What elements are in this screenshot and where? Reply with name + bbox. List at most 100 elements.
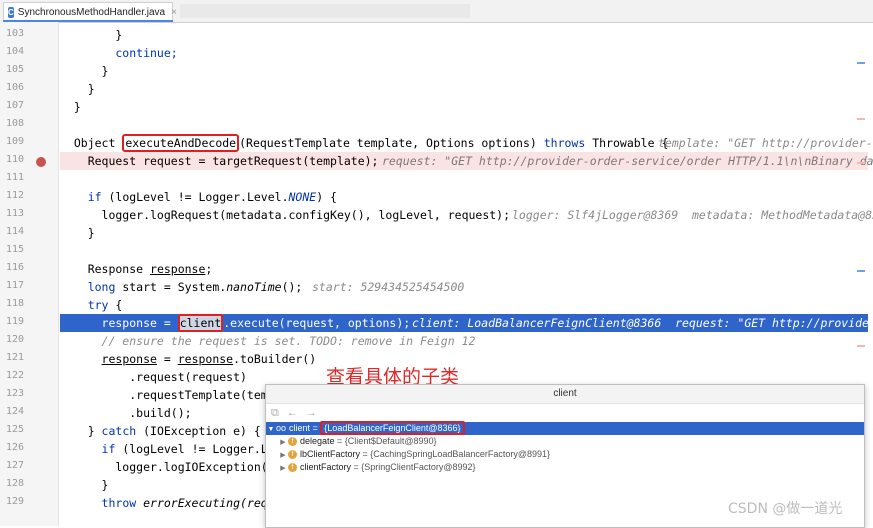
code-text: } (60, 64, 109, 78)
line-number: 103 (6, 28, 25, 39)
line-number: 106 (6, 82, 25, 93)
code-line-119-current[interactable]: response = client .execute(request, optio… (60, 314, 873, 332)
code-line-112[interactable]: if (logLevel != Logger.Level.NONE) { (60, 188, 868, 206)
code-text: Object executeAndDecode (RequestTemplate … (60, 134, 669, 152)
tree-row-client[interactable]: ▼ oo client = {LoadBalancerFeignClient@836… (266, 421, 864, 435)
field-value: = {SpringClientFactory@8992} (351, 462, 476, 472)
line-number: 112 (6, 190, 25, 201)
line-number: 123 (6, 388, 25, 399)
editor-tab-bar: C SynchronousMethodHandler.java × (0, 0, 873, 23)
code-line-108[interactable] (60, 116, 868, 134)
watermark: CSDN @做一道光 (728, 501, 843, 517)
code-line-106[interactable]: } (60, 80, 868, 98)
code-line-120[interactable]: // ensure the request is set. TODO: remo… (60, 332, 868, 350)
field-value: = {CachingSpringLoadBalancerFactory@8991… (360, 449, 551, 459)
line-number: 108 (6, 118, 25, 129)
code-text: if (logLevel != Logger.Level.NONE) { (87, 190, 337, 204)
line-number: 104 (6, 46, 25, 57)
obscured-breadcrumb (180, 4, 470, 18)
code-line-114[interactable]: } (60, 224, 868, 242)
code-line-111[interactable] (60, 170, 868, 188)
inline-debug-hint: template: "GET http://provider- (658, 136, 873, 150)
code-text: continue; (60, 46, 178, 60)
popup-toolbar: ⧉ ← → (266, 404, 864, 422)
line-number: 105 (6, 64, 25, 75)
code-text: .request(request) (60, 370, 247, 384)
code-text: Request request = targetRequest(template… (60, 154, 379, 168)
code-text: } (60, 28, 123, 42)
forward-arrow-icon[interactable]: → (306, 407, 317, 419)
line-number: 127 (6, 460, 25, 471)
code-line-113[interactable]: logger.logRequest(metadata.configKey(), … (60, 206, 873, 224)
line-number: 122 (6, 370, 25, 381)
field-icon: f (288, 450, 297, 460)
line-number: 118 (6, 298, 25, 309)
line-number: 125 (6, 424, 25, 435)
code-comment: // ensure the request is set. TODO: remo… (60, 334, 476, 348)
line-number: 111 (6, 172, 25, 183)
line-number: 128 (6, 478, 25, 489)
code-line-107[interactable]: } (60, 98, 868, 116)
tree-row-delegate[interactable]: ▶ f delegate = {Client$Default@8990} (266, 435, 864, 448)
close-tab-icon[interactable]: × (171, 7, 177, 18)
field-name: lbClientFactory (300, 449, 361, 459)
code-line-116[interactable]: Response response; (60, 260, 868, 278)
back-arrow-icon[interactable]: ← (287, 407, 298, 419)
code-line-117[interactable]: long start = System.nanoTime(); start: 5… (60, 278, 868, 296)
code-text: } (60, 100, 81, 114)
field-name: clientFactory (300, 462, 352, 472)
code-text: response = response.toBuilder() (101, 352, 317, 366)
object-icon: oo (276, 423, 287, 433)
java-file-icon: C (8, 6, 14, 18)
popup-title: client (266, 385, 864, 404)
code-line-103[interactable]: } (60, 26, 868, 44)
line-number: 107 (6, 100, 25, 111)
line-number: 116 (6, 262, 25, 273)
tree-row-lbclientfactory[interactable]: ▶ f lbClientFactory = {CachingSpringLoadBa… (266, 448, 864, 461)
code-line-115[interactable] (60, 242, 868, 260)
code-line-118[interactable]: try { (60, 296, 868, 314)
var-name: client (289, 423, 311, 433)
code-line-104[interactable]: continue; (60, 44, 868, 62)
code-line-121[interactable]: response = response.toBuilder() (60, 350, 868, 368)
breakpoint-icon[interactable] (36, 157, 46, 167)
code-line-105[interactable]: } (60, 62, 868, 80)
copy-icon[interactable]: ⧉ (271, 407, 279, 420)
field-value: = {Client$Default@8990} (334, 436, 437, 446)
code-text: logger.logRequest(metadata.configKey(), … (60, 208, 511, 222)
field-name: delegate (300, 436, 335, 446)
line-number: 115 (6, 244, 25, 255)
client-variable-highlight[interactable]: client (177, 314, 224, 332)
scroll-marker[interactable] (857, 62, 865, 64)
code-text: } catch (IOException e) { (60, 424, 261, 438)
scroll-marker[interactable] (857, 162, 865, 164)
code-text: } (60, 226, 95, 240)
scroll-marker[interactable] (857, 118, 865, 120)
code-text: } (60, 82, 95, 96)
code-text: Response response; (60, 262, 213, 276)
code-line-109[interactable]: Object executeAndDecode (RequestTemplate … (60, 134, 873, 152)
method-name-highlight: executeAndDecode (122, 134, 240, 152)
code-text: if (logLevel != Logger.Le (101, 442, 275, 456)
line-number: 113 (6, 208, 25, 219)
code-text: .build(); (60, 406, 192, 420)
expand-triangle-icon[interactable]: ▶ (278, 462, 288, 475)
inline-debug-hint: client: LoadBalancerFeignClient@8366 req… (412, 316, 873, 330)
scroll-marker[interactable] (857, 345, 865, 347)
line-number: 114 (6, 226, 25, 237)
scroll-marker[interactable] (857, 270, 865, 272)
inline-debug-hint: start: 529434525454500 (312, 280, 465, 294)
editor-tab[interactable]: C SynchronousMethodHandler.java × (3, 2, 177, 21)
code-text: response = client .execute(request, optio… (60, 314, 411, 332)
tab-file-name: SynchronousMethodHandler.java (17, 6, 166, 18)
line-number: 126 (6, 442, 25, 453)
code-text: } (60, 478, 109, 492)
line-number: 124 (6, 406, 25, 417)
var-value-highlight: {LoadBalancerFeignClient@8366} (320, 421, 465, 435)
code-text: logger.logIOException( (60, 460, 268, 474)
line-number: 120 (6, 334, 25, 345)
code-line-110[interactable]: Request request = targetRequest(template… (60, 152, 873, 170)
tree-row-clientfactory[interactable]: ▶ f clientFactory = {SpringClientFactory@8… (266, 461, 864, 474)
field-icon: f (288, 437, 297, 447)
code-text: .requestTemplate(tem (60, 388, 268, 402)
